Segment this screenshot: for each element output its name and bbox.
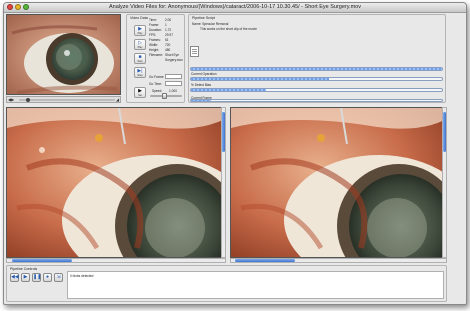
current-operation-label: Current Operation (191, 72, 217, 76)
original-video-hscroll-thumb[interactable] (12, 259, 72, 262)
stop-button-label: Stop (137, 59, 143, 63)
preview-volume-icon[interactable]: ◢ (116, 97, 119, 102)
go-frame-field[interactable] (165, 74, 182, 79)
detect-bias-bar (190, 88, 443, 92)
time-value: 2.00 (165, 18, 172, 22)
frames-label: Frames: (149, 38, 161, 42)
play-alt-button-label: Play (137, 45, 143, 49)
export-button[interactable]: ⇲ (54, 273, 63, 282)
step-button[interactable]: ▶| Step (134, 67, 146, 78)
processed-video-hscroll-thumb[interactable] (235, 259, 295, 262)
go-time-field[interactable] (165, 81, 182, 86)
width-value: 720 (165, 43, 171, 47)
preview-scrubber[interactable] (19, 97, 115, 102)
original-video-vscroll-thumb[interactable] (222, 112, 225, 152)
current-frame-fill (191, 100, 212, 101)
frame-label: Frame: (149, 23, 160, 27)
pause-button[interactable]: ❚❚ (32, 273, 41, 282)
time-label: Time: (149, 18, 157, 22)
speed-slider-knob[interactable] (162, 93, 167, 99)
fps-label: FPS: (149, 33, 157, 37)
processed-video-vscroll-thumb[interactable] (443, 112, 446, 152)
export-icon: ⇲ (56, 274, 61, 280)
pipeline-progress-fill (191, 68, 442, 70)
original-video[interactable] (6, 107, 226, 258)
rewind-button[interactable]: ◀◀ (10, 273, 19, 282)
title-bar: Analyze Video Files for: Anonymous/(Wind… (4, 3, 466, 13)
play-icon: ▶ (23, 274, 28, 280)
original-video-hscroll[interactable] (6, 258, 226, 263)
width-label: Width: (149, 43, 159, 47)
document-icon[interactable] (190, 46, 199, 57)
detect-bias-label: % Detect Bias (191, 83, 212, 87)
play-button[interactable]: ▶ Play (134, 25, 146, 36)
pipeline-status-area: 0 blobs detected (67, 271, 444, 299)
pipeline-controls-header: Pipeline Controls (10, 267, 38, 271)
app-window: Analyze Video Files for: Anonymous/(Wind… (3, 2, 467, 305)
frame-value: 1 (165, 23, 167, 27)
processed-video[interactable] (230, 107, 447, 258)
height-label: Height: (149, 48, 160, 52)
processed-video-vscroll[interactable] (442, 107, 447, 258)
pipeline-status-text: 0 blobs detected (70, 274, 94, 278)
duration-label: Duration: (149, 28, 162, 32)
processed-eye-image (231, 108, 446, 257)
go-time-label: Go Time: (149, 82, 162, 86)
detect-bias-fill (191, 89, 267, 91)
speed-slider[interactable] (150, 93, 182, 99)
set-button[interactable]: ▶ Set (134, 87, 146, 98)
original-eye-image (7, 108, 225, 257)
pipeline-progress-bar (190, 67, 443, 71)
pipeline-script-header: Pipeline Script (192, 16, 215, 20)
set-button-label: Set (138, 93, 142, 97)
stop-button[interactable]: ■ Stop (134, 53, 146, 64)
play-alt-button[interactable]: ▷ Play (134, 39, 146, 50)
preview-controls: ◀▶ ◢ (6, 96, 121, 103)
go-frame-label: Go Frame: (149, 75, 165, 79)
video-data-header: Video Data (130, 16, 148, 20)
preview-eye-image (7, 15, 120, 94)
original-video-vscroll[interactable] (221, 107, 226, 258)
current-operation-fill (191, 78, 330, 80)
current-operation-bar (190, 77, 443, 81)
play-button-label: Play (137, 31, 143, 35)
height-value: 480 (165, 48, 171, 52)
pause-icon: ❚❚ (33, 274, 42, 280)
current-frame-bar (190, 99, 443, 102)
rewind-icon: ◀◀ (11, 274, 19, 280)
duration-value: 1.72 (165, 28, 172, 32)
processed-video-hscroll[interactable] (230, 258, 447, 263)
speed-label: Speed: (152, 89, 163, 93)
filename-label: Filename: (149, 53, 163, 57)
speed-value: 1.000 (169, 89, 177, 93)
record-icon: ● (45, 274, 50, 280)
preview-video[interactable] (6, 14, 121, 95)
pipeline-name: Name: Specular Removal (192, 22, 229, 26)
filename-value: Short Eye Surgery.mov (165, 53, 183, 62)
fps-value: 29.97 (165, 33, 173, 37)
record-button[interactable]: ● (43, 273, 52, 282)
preview-scrubber-knob[interactable] (26, 97, 31, 102)
frames-value: 51 (165, 38, 169, 42)
pipeline-description: This works on the short clip of the movi… (200, 27, 257, 31)
preview-play-icon[interactable]: ◀▶ (8, 97, 14, 102)
step-button-label: Step (137, 73, 143, 77)
window-title: Analyze Video Files for: Anonymous/(Wind… (108, 4, 361, 10)
pipeline-play-button[interactable]: ▶ (21, 273, 30, 282)
